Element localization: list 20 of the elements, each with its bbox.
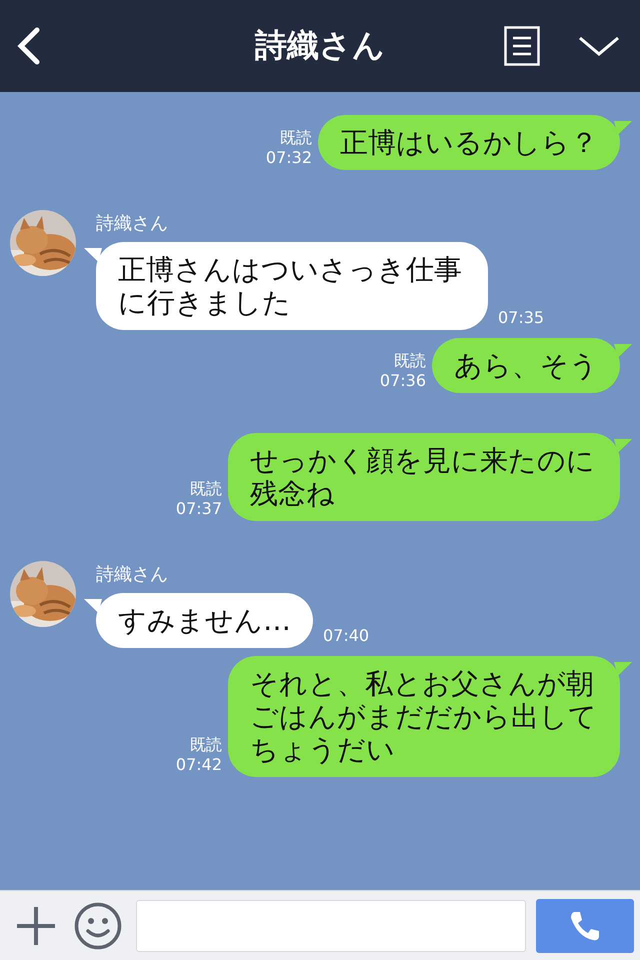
sender-name: 詩織さん [96,565,169,585]
read-receipt: 既読 [394,351,426,371]
message-time: 07:40 [323,626,370,646]
chevron-down-icon[interactable] [578,35,620,57]
back-icon[interactable] [15,27,41,65]
sender-name: 詩織さん [96,214,169,234]
read-receipt: 既読 [190,735,222,755]
document-icon[interactable] [504,26,540,66]
message-input-field[interactable] [136,900,526,952]
smiley-icon[interactable] [74,902,122,950]
read-receipt: 既読 [190,479,222,499]
call-button[interactable] [536,898,634,952]
message-time: 07:35 [498,308,544,328]
chat-title: 詩織さん [255,25,385,66]
plus-icon[interactable] [15,904,57,946]
message-time: 07:36 [380,371,426,391]
message-time: 07:32 [266,148,312,168]
message-time: 07:37 [176,499,222,519]
read-receipt: 既読 [280,128,312,148]
message-time: 07:42 [176,755,222,775]
